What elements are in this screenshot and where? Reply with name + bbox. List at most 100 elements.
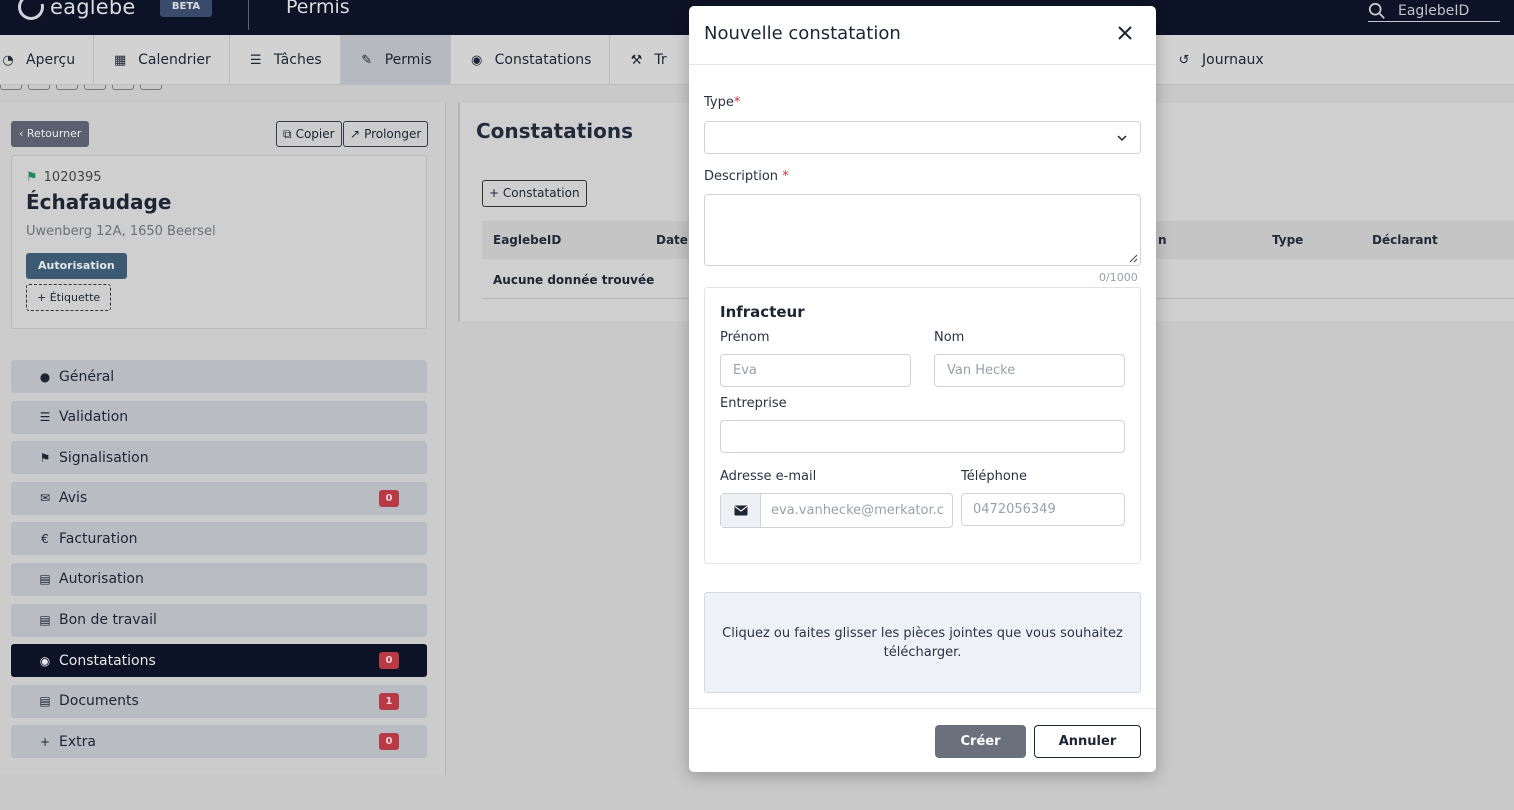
company-input[interactable] — [721, 421, 1124, 452]
side-menu: ● Général ☰ Validation ⚑ Signalisation ✉ Avi… — [11, 360, 427, 766]
firstname-label: Prénom — [720, 330, 770, 345]
type-label: Type* — [704, 95, 741, 110]
add-tag-button[interactable]: + Étiquette — [26, 284, 112, 311]
resize-handle-icon[interactable] — [1129, 254, 1138, 263]
modal-title: Nouvelle constatation — [704, 23, 901, 44]
attachment-dropzone[interactable]: Cliquez ou faites glisser les pièces joi… — [704, 592, 1141, 693]
sidebar-item-bon-de-travail[interactable]: ▤ Bon de travail — [11, 603, 427, 637]
count-badge: 0 — [379, 489, 399, 507]
beta-badge: BETA — [160, 0, 212, 17]
phone-input[interactable] — [962, 494, 1124, 525]
info-icon: ● — [39, 369, 51, 384]
sidebar-item-autorisation[interactable]: ▤ Autorisation — [11, 562, 427, 596]
count-badge: 0 — [379, 652, 399, 670]
sub-tab[interactable] — [112, 85, 134, 90]
plus-icon: + — [39, 734, 51, 749]
sub-tab[interactable] — [28, 85, 50, 90]
page-title: Constatations — [476, 119, 633, 143]
permit-icon: ✎ — [361, 52, 373, 68]
sidebar-item-constatations[interactable]: ◉ Constatations 0 — [11, 644, 427, 678]
signpost-icon: ⚑ — [39, 450, 51, 465]
offender-title: Infracteur — [720, 303, 805, 321]
top-search[interactable]: EaglebeID — [1368, 0, 1500, 22]
extend-button[interactable]: ↗ Prolonger — [343, 121, 429, 147]
tab-apercu[interactable]: ◔ Aperçu — [0, 35, 95, 85]
sub-tab[interactable] — [140, 85, 162, 90]
sidebar-item-documents[interactable]: ▤ Documents 1 — [11, 684, 427, 718]
column-header[interactable]: Type — [1272, 233, 1303, 247]
search-placeholder: EaglebeID — [1398, 2, 1470, 19]
cancel-button[interactable]: Annuler — [1034, 725, 1141, 758]
phone-field[interactable] — [961, 493, 1125, 526]
close-icon[interactable] — [1116, 24, 1134, 42]
modal-footer: Créer Annuler — [689, 708, 1156, 772]
firstname-field[interactable] — [720, 354, 911, 387]
company-label: Entreprise — [720, 396, 787, 411]
count-badge: 0 — [379, 733, 399, 751]
tab-journaux[interactable]: ↺ Journaux — [1158, 35, 1282, 85]
sidebar-item-general[interactable]: ● Général — [11, 360, 427, 393]
sidebar-item-validation[interactable]: ☰ Validation — [11, 400, 427, 434]
header-divider — [248, 0, 249, 30]
offender-section: Infracteur Prénom Nom Entreprise Adresse… — [704, 287, 1141, 564]
calendar-icon: ▦ — [113, 52, 127, 68]
signpost-icon: ⚑ — [26, 170, 38, 185]
column-header[interactable]: EaglebeID — [493, 233, 561, 247]
checklist-icon: ☰ — [39, 410, 51, 425]
sub-tab[interactable] — [84, 85, 106, 90]
checklist-icon: ☰ — [249, 52, 262, 68]
modal-header: Nouvelle constatation — [689, 6, 1156, 65]
search-icon — [1368, 2, 1385, 19]
email-field[interactable] — [720, 493, 954, 528]
column-header[interactable]: Déclarant — [1372, 233, 1438, 247]
back-button[interactable]: ‹ Retourner — [11, 121, 90, 147]
description-label: Description * — [704, 169, 789, 184]
lastname-input[interactable] — [935, 355, 1124, 386]
add-constatation-button[interactable]: + Constatation — [482, 180, 587, 207]
sub-tab[interactable] — [56, 85, 78, 90]
phone-label: Téléphone — [961, 469, 1028, 484]
required-marker: * — [733, 95, 741, 110]
company-field[interactable] — [720, 420, 1125, 453]
chevron-down-icon — [1117, 135, 1127, 142]
permit-address: Uwenberg 12A, 1650 Beersel — [26, 224, 216, 239]
left-panel: ‹ Retourner ⧉ Copier ↗ Prolonger ⚑ 1020395 … — [0, 103, 446, 775]
tab-travaux[interactable]: ⚒ Tr — [610, 35, 684, 85]
tab-permis[interactable]: ✎ Permis — [340, 35, 451, 85]
copy-icon: ⧉ — [283, 127, 292, 141]
sidebar-item-signalisation[interactable]: ⚑ Signalisation — [11, 441, 427, 475]
app-title: Permis — [286, 0, 350, 18]
tab-constatations[interactable]: ◉ Constatations — [451, 35, 611, 85]
sidebar-item-facturation[interactable]: € Facturation — [11, 522, 427, 556]
tab-calendrier[interactable]: ▦ Calendrier — [94, 35, 230, 85]
copy-button[interactable]: ⧉ Copier — [276, 121, 342, 147]
logo-text: eaglebe — [50, 0, 136, 19]
sub-tab-handles — [0, 85, 162, 93]
sidebar-item-avis[interactable]: ✉ Avis 0 — [11, 481, 427, 515]
lastname-field[interactable] — [934, 354, 1125, 387]
eye-icon: ◉ — [39, 653, 51, 668]
file-icon: ▤ — [39, 694, 51, 709]
column-header[interactable]: n — [1158, 233, 1167, 247]
description-textarea[interactable] — [704, 194, 1141, 266]
history-icon: ↺ — [1178, 52, 1190, 68]
count-badge: 1 — [379, 692, 399, 710]
sub-tab[interactable] — [0, 85, 22, 90]
gauge-icon: ◔ — [2, 52, 14, 68]
tab-taches[interactable]: ☰ Tâches — [230, 35, 341, 85]
sidebar-item-extra[interactable]: + Extra 0 — [11, 725, 427, 759]
firstname-input[interactable] — [721, 355, 910, 386]
empty-message: Aucune donnée trouvée — [493, 273, 655, 287]
type-select[interactable] — [704, 121, 1141, 154]
permit-id: ⚑ 1020395 — [26, 170, 102, 185]
eye-icon: ◉ — [470, 52, 483, 68]
envelope-addon — [721, 494, 761, 527]
worker-icon: ⚒ — [630, 52, 643, 68]
euro-icon: € — [41, 531, 49, 546]
email-label: Adresse e-mail — [720, 469, 817, 484]
logo[interactable]: eaglebe — [13, 0, 136, 25]
create-button[interactable]: Créer — [935, 725, 1026, 758]
email-input[interactable] — [761, 494, 954, 527]
permit-title: Échafaudage — [26, 190, 172, 214]
column-header[interactable]: Date — [656, 233, 688, 247]
